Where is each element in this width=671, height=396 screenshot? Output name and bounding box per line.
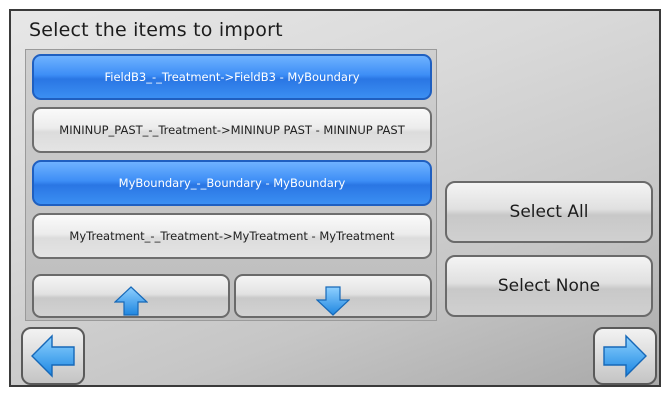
list-item-label: FieldB3_-_Treatment->FieldB3 - MyBoundar… <box>104 70 360 84</box>
list-item[interactable]: MyTreatment_-_Treatment->MyTreatment - M… <box>32 213 432 259</box>
list-item-label: MyTreatment_-_Treatment->MyTreatment - M… <box>69 229 395 243</box>
select-none-button[interactable]: Select None <box>445 255 653 317</box>
arrow-down-icon <box>316 286 350 316</box>
list-item-label: MININUP_PAST_-_Treatment->MININUP PAST -… <box>59 123 405 137</box>
scroll-down-button[interactable] <box>234 274 432 318</box>
scroll-up-button[interactable] <box>32 274 230 318</box>
arrow-left-icon <box>30 334 76 378</box>
next-button[interactable] <box>593 327 657 385</box>
page-title: Select the items to import <box>29 19 283 41</box>
list-item-label: MyBoundary_-_Boundary - MyBoundary <box>118 176 346 190</box>
list-item[interactable]: MININUP_PAST_-_Treatment->MININUP PAST -… <box>32 107 432 153</box>
list-item[interactable]: FieldB3_-_Treatment->FieldB3 - MyBoundar… <box>32 54 432 100</box>
select-all-button[interactable]: Select All <box>445 181 653 243</box>
arrow-right-icon <box>602 334 648 378</box>
import-screen: Select the items to import FieldB3_-_Tre… <box>9 9 661 387</box>
list-item[interactable]: MyBoundary_-_Boundary - MyBoundary <box>32 160 432 206</box>
items-list: FieldB3_-_Treatment->FieldB3 - MyBoundar… <box>25 49 437 321</box>
arrow-up-icon <box>114 286 148 316</box>
back-button[interactable] <box>21 327 85 385</box>
